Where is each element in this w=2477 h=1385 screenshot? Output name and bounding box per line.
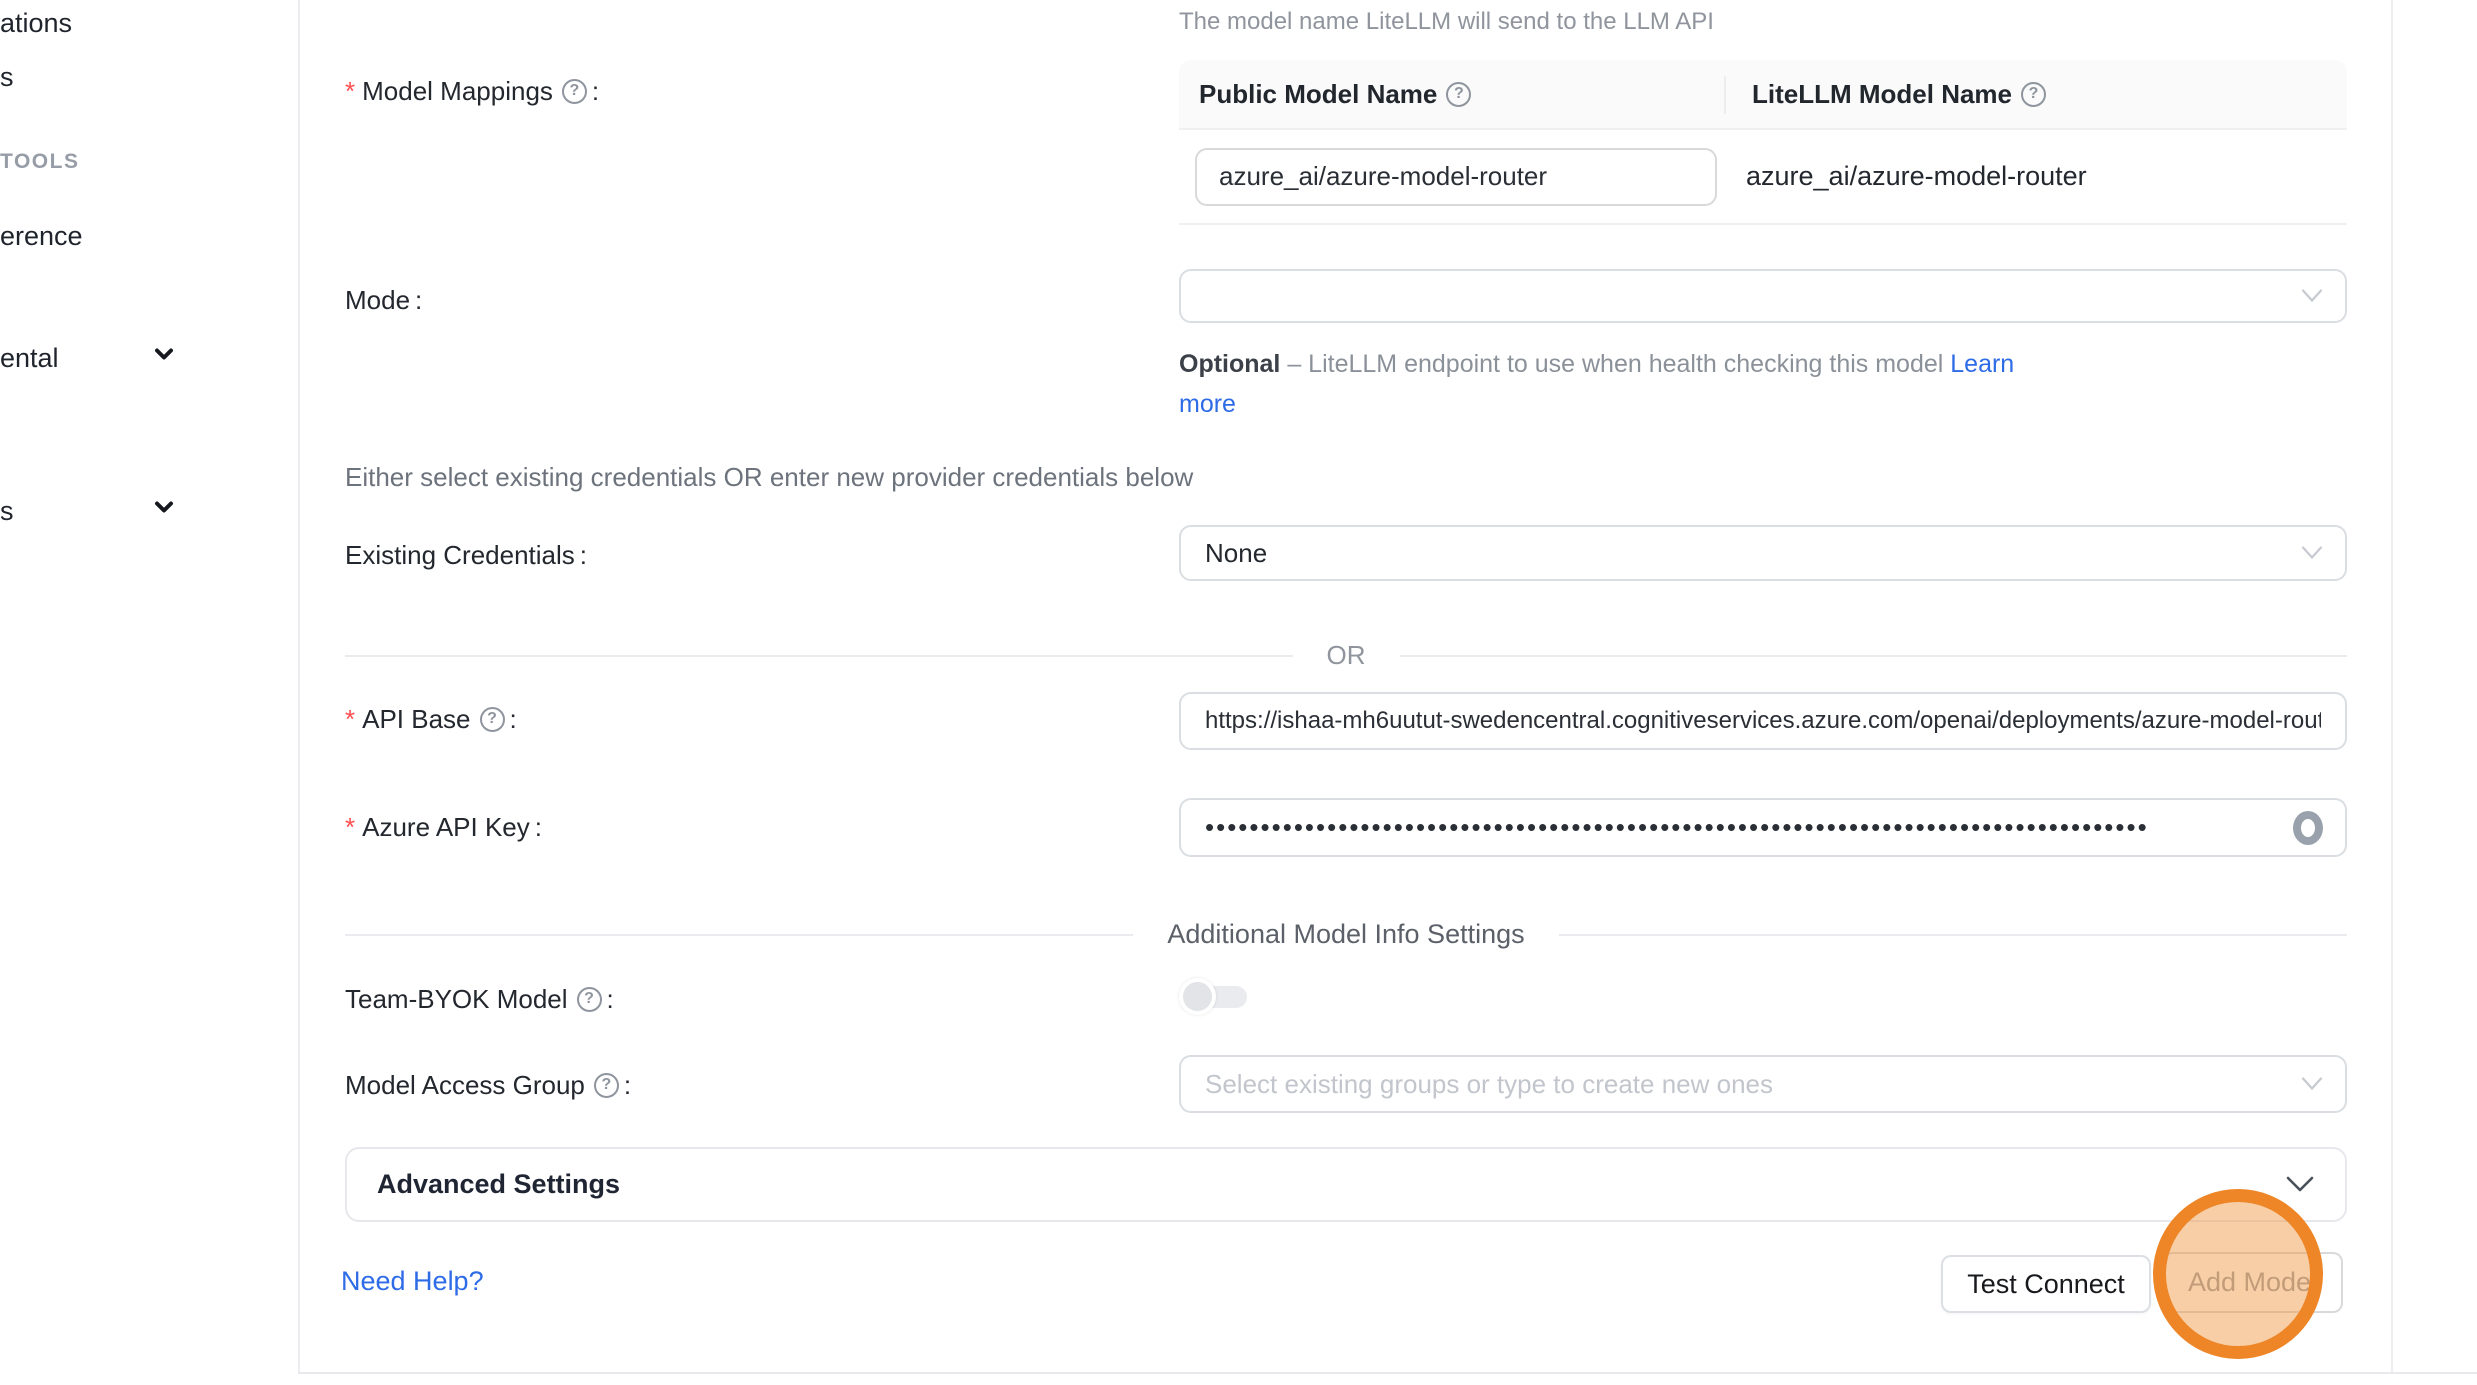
or-divider-text: OR: [1293, 640, 1400, 671]
public-model-name-header: Public Model Name ?: [1179, 60, 1726, 128]
model-mappings-table-row: azure_ai/azure-model-router: [1179, 130, 2347, 225]
existing-credentials-select[interactable]: None: [1179, 525, 2347, 581]
or-divider: OR: [345, 640, 2347, 671]
api-base-input-wrap: [1179, 692, 2347, 750]
card-bottom-border: [298, 1372, 2477, 1374]
api-base-input[interactable]: [1205, 707, 2321, 735]
mode-label: Mode :: [345, 283, 422, 317]
mode-helper-text: Optional – LiteLLM endpoint to use when …: [1179, 344, 2059, 424]
mode-helper-bold: Optional: [1179, 350, 1280, 378]
sidebar-divider: [298, 0, 300, 1374]
divider-line: [345, 934, 1133, 936]
divider-line: [345, 655, 1293, 657]
public-model-name-cell: [1179, 148, 1726, 206]
existing-credentials-label: Existing Credentials :: [345, 538, 587, 572]
model-name-helper-text: The model name LiteLLM will send to the …: [1179, 8, 1714, 36]
test-connect-button[interactable]: Test Connect: [1941, 1255, 2151, 1313]
divider-line: [1559, 934, 2347, 936]
model-access-group-label: Model Access Group ? :: [345, 1068, 631, 1102]
chevron-down-icon: [2301, 546, 2323, 561]
sidebar-item-experimental[interactable]: ental: [0, 343, 59, 374]
label-colon: :: [415, 285, 422, 316]
mode-label-text: Mode: [345, 285, 410, 316]
required-asterisk: *: [345, 812, 355, 843]
chevron-down-icon: [2285, 1175, 2315, 1194]
label-colon: :: [607, 984, 614, 1015]
mode-helper-rest: – LiteLLM endpoint to use when health ch…: [1280, 350, 1950, 378]
azure-api-key-input-wrap: [1179, 798, 2347, 857]
help-question-icon[interactable]: ?: [2021, 82, 2046, 107]
mode-select[interactable]: [1179, 269, 2347, 323]
required-asterisk: *: [345, 76, 355, 107]
additional-settings-divider-text: Additional Model Info Settings: [1133, 919, 1558, 950]
help-question-icon[interactable]: ?: [480, 707, 505, 732]
api-base-label: * API Base ? :: [345, 702, 517, 736]
api-base-label-text: API Base: [362, 704, 470, 735]
chevron-down-icon: [2301, 289, 2323, 304]
litellm-model-name-value: azure_ai/azure-model-router: [1726, 161, 2347, 192]
azure-api-key-input[interactable]: [1205, 812, 2321, 843]
need-help-link[interactable]: Need Help?: [341, 1266, 484, 1297]
label-colon: :: [624, 1070, 631, 1101]
model-access-group-label-text: Model Access Group: [345, 1070, 585, 1101]
help-question-icon[interactable]: ?: [1446, 82, 1471, 107]
chevron-down-icon[interactable]: [150, 493, 178, 521]
label-colon: :: [580, 540, 587, 571]
sidebar-item-reference[interactable]: erence: [0, 221, 83, 252]
sidebar-section-tools: TOOLS: [0, 150, 79, 174]
team-byok-label: Team-BYOK Model ? :: [345, 982, 614, 1016]
credentials-note: Either select existing credentials OR en…: [345, 462, 1193, 493]
label-colon: :: [535, 812, 542, 843]
advanced-settings-title: Advanced Settings: [377, 1169, 620, 1200]
advanced-settings-panel[interactable]: Advanced Settings: [345, 1147, 2347, 1222]
team-byok-label-text: Team-BYOK Model: [345, 984, 568, 1015]
public-model-name-input[interactable]: [1219, 161, 1693, 192]
azure-api-key-label: * Azure API Key :: [345, 810, 542, 844]
help-question-icon[interactable]: ?: [562, 79, 587, 104]
existing-credentials-value: None: [1205, 538, 1267, 569]
litellm-model-name-header-text: LiteLLM Model Name: [1752, 79, 2012, 110]
model-access-group-select[interactable]: Select existing groups or type to create…: [1179, 1055, 2347, 1113]
public-model-name-header-text: Public Model Name: [1199, 79, 1437, 110]
sidebar-item-integrations[interactable]: ations: [0, 8, 72, 39]
sidebar-item-settings[interactable]: s: [0, 496, 14, 527]
chevron-down-icon: [2301, 1077, 2323, 1092]
sidebar-item-1[interactable]: s: [0, 62, 14, 93]
required-asterisk: *: [345, 704, 355, 735]
divider-line: [1400, 655, 2348, 657]
model-mappings-table: Public Model Name ? LiteLLM Model Name ?…: [1179, 60, 2347, 225]
label-colon: :: [510, 704, 517, 735]
model-access-group-placeholder: Select existing groups or type to create…: [1205, 1069, 1773, 1100]
existing-credentials-label-text: Existing Credentials: [345, 540, 575, 571]
card-right-border: [2391, 0, 2393, 1374]
azure-api-key-label-text: Azure API Key: [362, 812, 530, 843]
toggle-knob: [1179, 978, 1216, 1015]
help-question-icon[interactable]: ?: [594, 1073, 619, 1098]
team-byok-toggle[interactable]: [1179, 978, 1249, 1015]
add-model-button[interactable]: Add Model: [2162, 1252, 2343, 1313]
chevron-down-icon[interactable]: [150, 340, 178, 368]
public-model-name-input-wrap: [1195, 148, 1717, 206]
litellm-model-name-header: LiteLLM Model Name ?: [1726, 60, 2347, 128]
model-mappings-label: * Model Mappings ? :: [345, 74, 599, 108]
additional-settings-divider: Additional Model Info Settings: [345, 919, 2347, 950]
model-mappings-label-text: Model Mappings: [362, 76, 553, 107]
eye-icon[interactable]: [2293, 811, 2323, 845]
add-model-form-page: ations s TOOLS erence ental s The model …: [0, 0, 2477, 1385]
model-mappings-table-header: Public Model Name ? LiteLLM Model Name ?: [1179, 60, 2347, 130]
help-question-icon[interactable]: ?: [577, 987, 602, 1012]
label-colon: :: [592, 76, 599, 107]
